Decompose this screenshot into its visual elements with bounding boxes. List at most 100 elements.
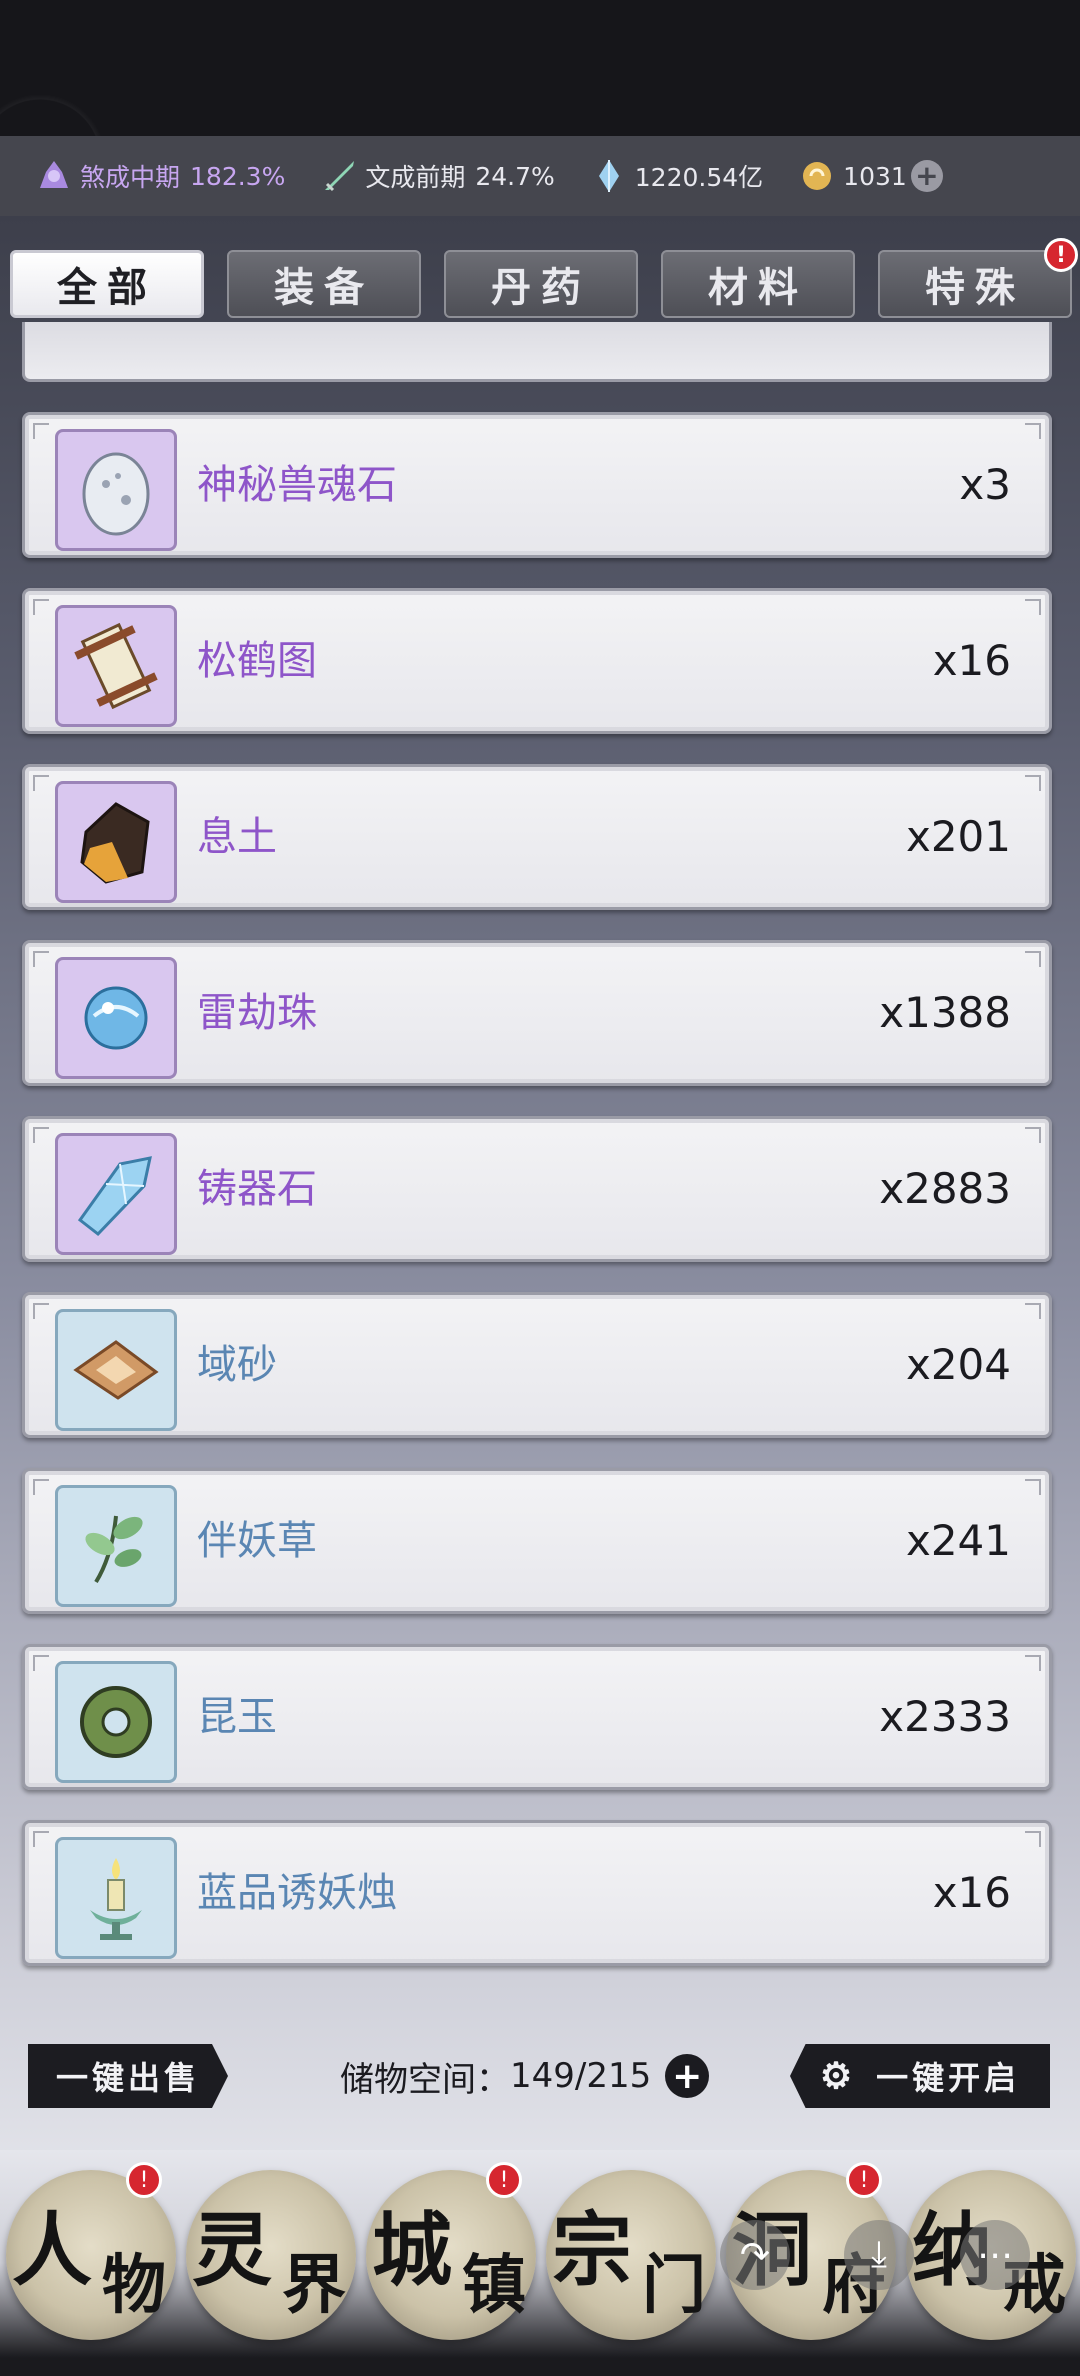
tab-pills-label: 丹药 [491, 264, 591, 311]
demon-realm-icon [40, 161, 68, 188]
tab-pills[interactable]: 丹药 [444, 250, 638, 318]
inventory-action-bar: 一键出售 储物空间： 149/215 + ⚙ 一键开启 [0, 2036, 1080, 2118]
tab-special-alert-badge: ! [1044, 238, 1078, 272]
open-all-label: 一键开启 [876, 2059, 1021, 2097]
item-quantity: x1388 [879, 988, 1011, 1037]
item-icon-box [55, 1837, 177, 1959]
nav-sect-char1: 宗 [552, 2203, 632, 2297]
item-name: 铸器石 [197, 1166, 317, 1212]
top-decorative-band [0, 0, 1080, 136]
realm1-label: 煞成中期 [80, 163, 181, 192]
item-quantity: x241 [905, 1516, 1011, 1565]
expand-storage-button[interactable]: + [665, 2054, 710, 2098]
nav-character[interactable]: 人 物 ! [6, 2162, 176, 2340]
tab-materials[interactable]: 材料 [661, 250, 855, 318]
list-item[interactable]: 雷劫珠 x1388 [22, 940, 1052, 1086]
item-quantity: x2883 [879, 1164, 1011, 1213]
sword-icon [325, 161, 355, 192]
gear-icon[interactable]: ⚙ [820, 2055, 856, 2097]
item-name: 神秘兽魂石 [197, 462, 397, 508]
nav-character-char2: 物 [102, 2248, 166, 2323]
gold-coin-icon [803, 162, 832, 190]
item-quantity: x3 [959, 460, 1011, 509]
list-item[interactable]: 息土 x201 [22, 764, 1052, 910]
item-icon-box [55, 1309, 177, 1431]
share-icon[interactable]: ↷ [720, 2220, 790, 2290]
tab-special-label: 特殊 [925, 264, 1025, 311]
item-icon-box [55, 781, 177, 903]
spirit-stone-balance: 1220.54亿 [591, 158, 763, 194]
list-item[interactable]: 伴妖草 x241 [22, 1468, 1052, 1614]
more-icon[interactable]: ⋯ [960, 2220, 1030, 2290]
realm2-percent: 24.7% [475, 161, 555, 191]
tab-special[interactable]: 特殊 ! [878, 238, 1078, 318]
jade-ring-icon [80, 1686, 152, 1758]
nav-cave-alert-badge: ! [846, 2162, 882, 2198]
item-quantity: x16 [932, 1868, 1011, 1917]
sell-all-label: 一键出售 [55, 2059, 200, 2097]
nav-spirit-realm[interactable]: 灵 界 [186, 2170, 356, 2340]
gold-balance: 1031 + [799, 158, 943, 194]
sell-all-button[interactable]: 一键出售 [28, 2044, 228, 2108]
item-icon-box [55, 1485, 177, 1607]
inventory-tabs: 全部 装备 丹药 材料 特殊 ! [8, 238, 1078, 322]
gold-value: 1031 [843, 161, 907, 191]
tab-materials-label: 材料 [708, 264, 808, 311]
item-name: 松鹤图 [197, 638, 317, 684]
scroll-icon [74, 622, 158, 710]
tab-all[interactable]: 全部 [10, 250, 204, 318]
nav-spirit-realm-char1: 灵 [192, 2203, 272, 2297]
soil-icon [80, 802, 150, 884]
partial-list-item[interactable] [22, 322, 1052, 382]
nav-sect-char2: 门 [642, 2248, 706, 2323]
nav-character-char1: 人 [12, 2203, 92, 2297]
tab-equipment[interactable]: 装备 [227, 250, 421, 318]
item-name: 蓝品诱妖烛 [197, 1870, 397, 1916]
storage-value: 149/215 [510, 2056, 652, 2096]
item-quantity: x16 [932, 636, 1011, 685]
candle-icon [90, 1858, 142, 1940]
item-quantity: x204 [905, 1340, 1011, 1389]
item-name: 息土 [197, 814, 277, 860]
status-bar: 煞成中期 182.3% 文成前期 24.7% 1220.54亿 1031 + [0, 136, 1080, 216]
item-name: 伴妖草 [197, 1518, 317, 1564]
list-item[interactable]: 昆玉 x2333 [22, 1644, 1052, 1790]
item-name: 雷劫珠 [197, 990, 317, 1036]
orb-icon [84, 986, 148, 1050]
tab-equipment-label: 装备 [274, 264, 374, 311]
item-quantity: x201 [905, 812, 1011, 861]
list-item[interactable]: 蓝品诱妖烛 x16 [22, 1820, 1052, 1966]
list-item[interactable]: 神秘兽魂石 x3 [22, 412, 1052, 558]
bottom-navigation: 人 物 ! 灵 界 城 镇 ! 宗 门 洞 府 ! 纳 戒 ↷ ⤓ ⋯ [0, 2150, 1080, 2376]
spirit-stone-value: 1220.54亿 [634, 163, 764, 192]
realm1-status: 煞成中期 182.3% [36, 158, 285, 194]
nav-spirit-realm-char2: 界 [282, 2248, 346, 2323]
add-currency-button[interactable]: + [910, 160, 943, 192]
item-name: 域砂 [197, 1342, 277, 1388]
list-item[interactable]: 域砂 x204 [22, 1292, 1052, 1438]
spirit-stone-icon [598, 160, 619, 192]
realm2-label: 文成前期 [365, 163, 466, 192]
nav-sect[interactable]: 宗 门 [546, 2170, 716, 2340]
crystal-icon [77, 1156, 152, 1237]
herb-icon [85, 1515, 143, 1584]
nav-character-alert-badge: ! [126, 2162, 162, 2198]
storage-capacity: 储物空间： 149/215 + [340, 2044, 710, 2108]
storage-label: 储物空间： [340, 2059, 510, 2100]
list-item[interactable]: 铸器石 x2883 [22, 1116, 1052, 1262]
item-icon-box [55, 605, 177, 727]
nav-town[interactable]: 城 镇 ! [366, 2162, 536, 2340]
nav-town-alert-badge: ! [486, 2162, 522, 2198]
realm1-percent: 182.3% [190, 161, 286, 191]
download-icon[interactable]: ⤓ [844, 2220, 914, 2290]
nav-town-char2: 镇 [462, 2248, 526, 2323]
item-icon-box [55, 1133, 177, 1255]
item-icon-box [55, 957, 177, 1079]
item-icon-box [55, 1661, 177, 1783]
list-item[interactable]: 松鹤图 x16 [22, 588, 1052, 734]
tab-all-label: 全部 [57, 264, 157, 311]
open-all-button[interactable]: ⚙ 一键开启 [790, 2044, 1050, 2108]
item-quantity: x2333 [879, 1692, 1011, 1741]
realm2-status: 文成前期 24.7% [321, 158, 555, 194]
item-name: 昆玉 [197, 1694, 277, 1740]
